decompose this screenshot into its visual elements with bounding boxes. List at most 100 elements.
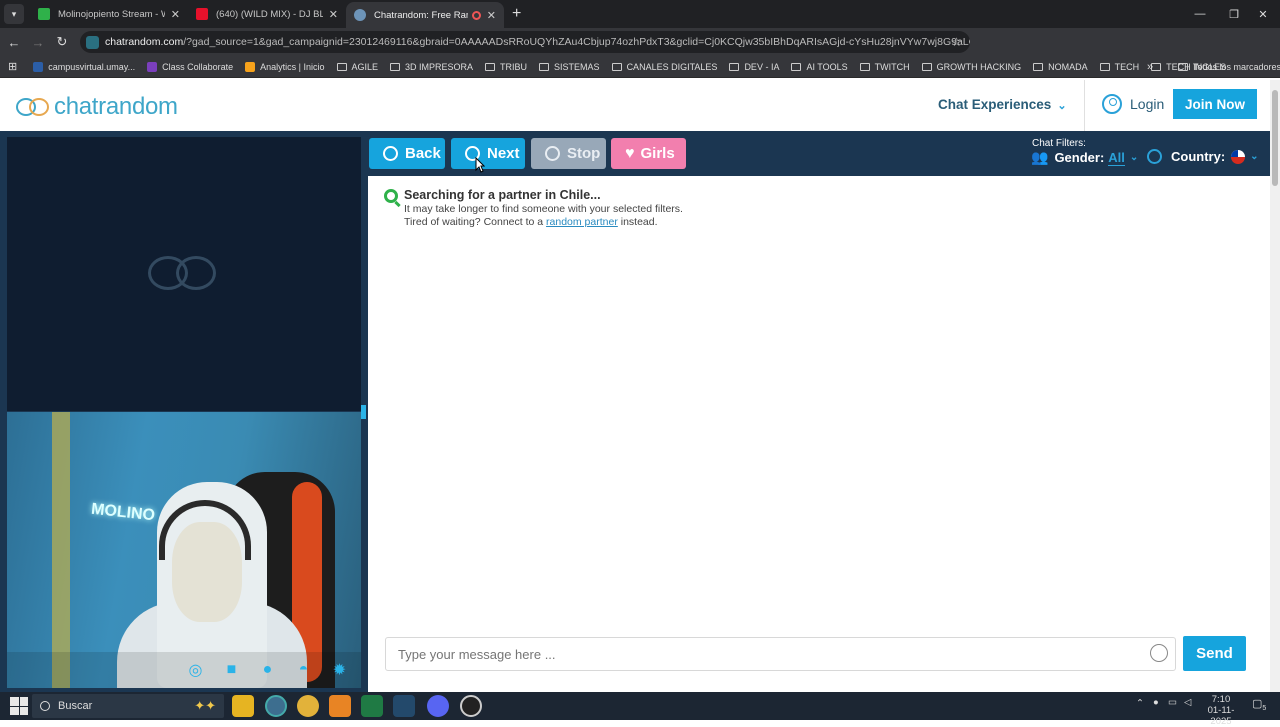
country-label: Country:	[1171, 149, 1226, 164]
address-bar[interactable]: chatrandom.com/?gad_source=1&gad_campaig…	[80, 31, 970, 53]
gender-filter[interactable]: 👥 Gender: All ⌄	[1031, 149, 1138, 166]
search-magnifier-icon	[384, 189, 398, 203]
network-icon[interactable]: ▭	[1168, 697, 1177, 708]
bookmark-item[interactable]: 3D IMPRESORA	[390, 62, 473, 72]
bookmark-item[interactable]: AI TOOLS	[791, 62, 848, 72]
tab-youtube[interactable]: (640) (WILD MIX) - DJ BL3ND - ✕	[188, 0, 346, 28]
bookmark-item[interactable]: TWITCH	[859, 61, 910, 72]
all-bookmarks-folder[interactable]: Todos los marcadores	[1178, 62, 1280, 72]
bookmark-item[interactable]: Class Collaborate	[147, 61, 233, 72]
microphone-tray-icon[interactable]: ●	[1153, 697, 1159, 708]
gender-value: All	[1108, 149, 1125, 166]
recording-icon	[471, 10, 481, 20]
chrome-icon[interactable]	[297, 695, 319, 717]
video-camera-icon[interactable]: ■	[222, 661, 241, 680]
folder-icon	[539, 62, 550, 71]
bookmark-item[interactable]: TRIBU	[485, 62, 527, 72]
steam-icon[interactable]	[393, 695, 415, 717]
folder-icon	[729, 62, 740, 71]
browser-tab-strip: ▾ Molinojopiento Stream - Watch ✕ (640) …	[0, 0, 1280, 28]
login-label: Login	[1130, 96, 1165, 112]
close-tab-icon[interactable]: ✕	[487, 9, 496, 22]
bookmark-item[interactable]: CANALES DIGITALES	[611, 62, 717, 72]
tab-title: Chatrandom: Free Random	[374, 9, 468, 21]
bookmarks-bar: ⊞ campusvirtual.umay... Class Collaborate…	[0, 56, 1280, 78]
reload-icon[interactable]: ↻	[50, 34, 74, 50]
back-arrow-icon[interactable]: ←	[2, 35, 26, 50]
logo-text: chatrandom	[54, 93, 178, 120]
bookmark-item[interactable]: Analytics | Inicio	[245, 61, 325, 72]
bookmark-label: campusvirtual.umay...	[48, 61, 136, 72]
bookmark-item[interactable]: NOMADA	[1033, 62, 1088, 72]
bookmark-label: DEV - IA	[744, 61, 780, 72]
windows-taskbar: Buscar ✦✦ ⌃ ● ▭ ◁ 7:10 01-11-2025 ▢5	[0, 692, 1280, 727]
close-tab-icon[interactable]: ✕	[329, 8, 338, 21]
close-tab-icon[interactable]: ✕	[171, 8, 180, 21]
tray-expand-icon[interactable]: ⌃	[1136, 698, 1144, 709]
apps-grid-icon[interactable]: ⊞	[8, 60, 17, 73]
self-video: MOLINO ◎ ■ ● ◓ ✹	[7, 412, 361, 688]
stop-button[interactable]: Stop	[531, 138, 606, 169]
close-window-icon[interactable]: ✕	[1246, 0, 1280, 28]
more-bookmarks-icon[interactable]: »	[1147, 61, 1153, 73]
site-header: chatrandom Chat Experiences ⌄ Login Join …	[0, 80, 1270, 131]
bookmark-label: TWITCH	[874, 61, 910, 72]
bookmark-item[interactable]: DEV - IA	[729, 62, 779, 72]
bookmark-item[interactable]: campusvirtual.umay...	[33, 61, 136, 72]
next-button[interactable]: Next	[451, 138, 525, 169]
youtube-favicon-icon	[196, 8, 208, 20]
send-button[interactable]: Send	[1183, 636, 1246, 671]
chrome-icon[interactable]	[265, 695, 287, 717]
girls-button[interactable]: ♥ Girls	[611, 138, 686, 169]
bookmark-item[interactable]: TECH	[1099, 62, 1139, 72]
emoji-icon[interactable]	[1150, 644, 1168, 662]
page-scrollbar[interactable]	[1270, 80, 1280, 692]
tab-chatrandom[interactable]: Chatrandom: Free Random ✕	[346, 2, 504, 28]
bookmark-star-icon[interactable]: ☆	[951, 35, 962, 49]
settings-gear-icon[interactable]: ✹	[330, 661, 349, 680]
windows-start-icon[interactable]	[10, 697, 28, 715]
discord-icon[interactable]	[427, 695, 449, 717]
site-favicon-icon	[147, 61, 158, 72]
minimize-window-icon[interactable]: —	[1183, 0, 1217, 28]
obs-icon[interactable]	[460, 695, 482, 717]
excel-icon[interactable]	[361, 695, 383, 717]
bookmark-item[interactable]: AGILE	[336, 62, 378, 72]
bookmark-item[interactable]: SISTEMAS	[539, 62, 600, 72]
login-link[interactable]: Login	[1102, 94, 1164, 114]
random-partner-link[interactable]: random partner	[546, 216, 618, 228]
join-now-button[interactable]: Join Now	[1173, 89, 1257, 119]
country-filter[interactable]: Country: ⌄	[1147, 149, 1259, 164]
bookmark-label: Todos los marcadores	[1193, 61, 1280, 72]
message-input[interactable]	[385, 637, 1176, 671]
chat-experiences-label: Chat Experiences	[938, 97, 1052, 112]
tab-molinojopiento[interactable]: Molinojopiento Stream - Watch ✕	[30, 0, 188, 28]
chatrandom-favicon-icon	[354, 9, 366, 21]
status-line: It may take longer to find someone with …	[404, 203, 683, 215]
mask-icon[interactable]: ◓	[294, 661, 313, 680]
volume-icon[interactable]: ◁	[1184, 697, 1191, 708]
sublime-text-icon[interactable]	[329, 695, 351, 717]
folder-icon	[791, 62, 802, 71]
taskbar-search[interactable]: Buscar ✦✦	[32, 694, 224, 718]
mouse-cursor-icon	[475, 157, 485, 173]
switch-camera-icon[interactable]: ◎	[186, 661, 205, 680]
panel-resize-handle[interactable]	[361, 405, 366, 419]
forward-arrow-icon[interactable]: →	[26, 35, 50, 50]
clock[interactable]: 7:10 01-11-2025	[1200, 694, 1242, 727]
file-explorer-icon[interactable]	[232, 695, 254, 717]
back-button[interactable]: Back	[369, 138, 445, 169]
bookmark-item[interactable]: GROWTH HACKING	[921, 62, 1021, 72]
chat-experiences-menu[interactable]: Chat Experiences ⌄	[938, 97, 1067, 112]
folder-icon	[1099, 62, 1110, 71]
tab-search-button[interactable]: ▾	[4, 4, 24, 24]
url-path: /?gad_source=1&gad_campaignid=2301246911…	[183, 36, 970, 48]
bookmark-label: NOMADA	[1048, 61, 1088, 72]
microphone-icon[interactable]: ●	[258, 661, 277, 680]
site-info-icon[interactable]	[86, 35, 99, 49]
folder-icon	[390, 62, 401, 71]
chatrandom-logo[interactable]: chatrandom	[16, 93, 178, 121]
notifications-icon[interactable]: ▢5	[1252, 697, 1266, 712]
new-tab-icon[interactable]: +	[512, 5, 521, 23]
clock-time: 7:10	[1211, 694, 1231, 705]
